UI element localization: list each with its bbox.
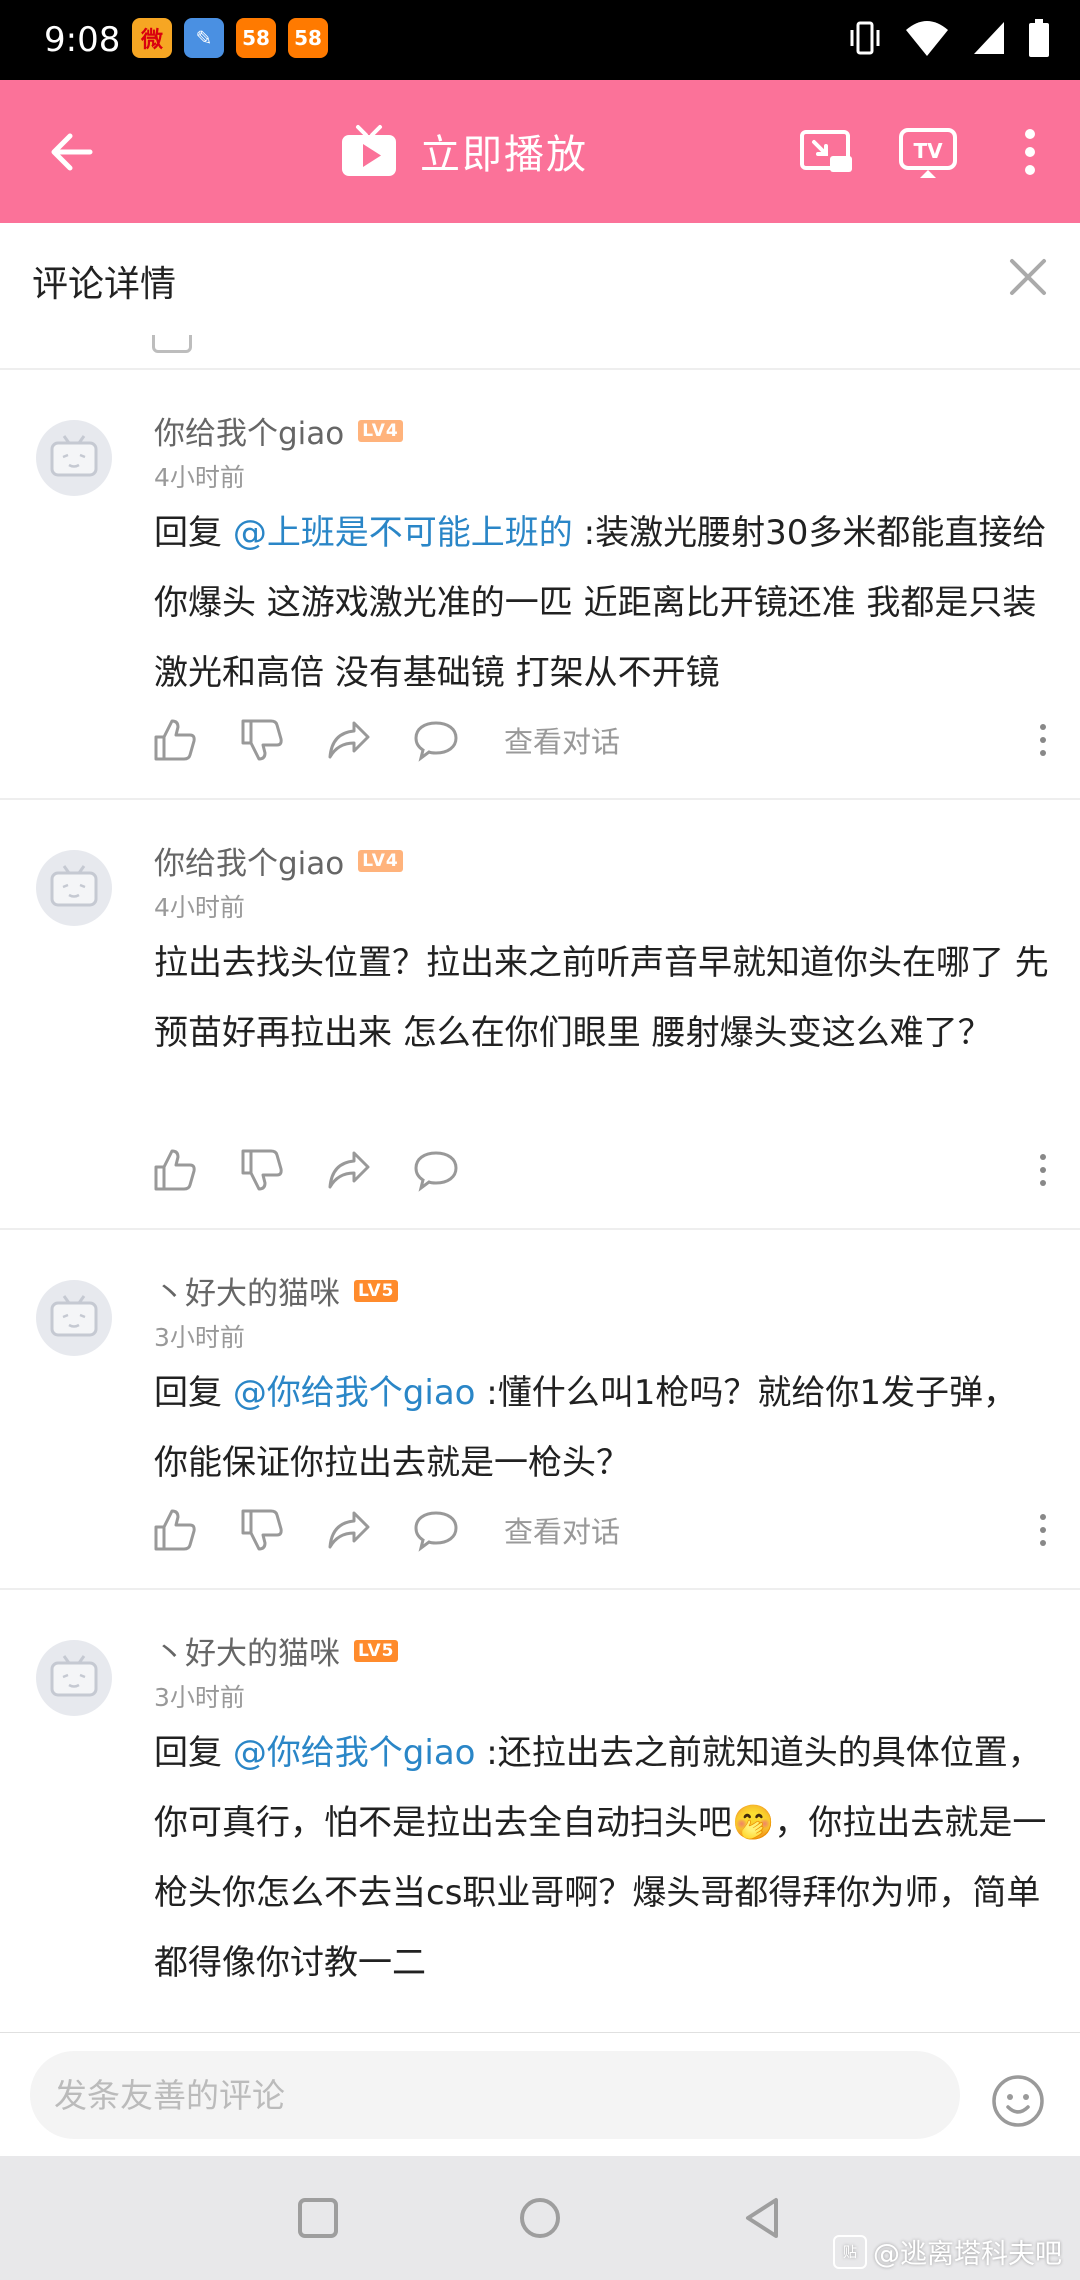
username-row: 丶好大的猫咪 LV5 [154,1268,399,1313]
share-icon[interactable] [326,717,372,763]
default-avatar-icon [50,865,98,907]
dislike-icon[interactable] [239,1147,285,1193]
comment-actions [152,1147,500,1193]
view-conversation-link[interactable]: 查看对话 [504,719,620,761]
back-arrow-icon[interactable] [44,124,100,180]
back-icon[interactable] [740,2194,788,2242]
reply-icon[interactable] [413,717,459,763]
comment-item: 丶好大的猫咪 LV5 3小时前 回复 @你给我个giao :懂什么叫1枪吗？就给… [0,1230,1080,1590]
avatar[interactable] [36,850,112,926]
username[interactable]: 丶好大的猫咪 [154,1268,340,1313]
watermark: 贴 @逃离塔科夫吧 [833,2232,1062,2271]
avatar[interactable] [36,1640,112,1716]
comment-input-bar [0,2032,1080,2157]
username-row: 你给我个giao LV4 [154,408,403,453]
level-badge: LV4 [358,419,403,442]
58-app-icon: 58 [236,18,276,58]
comment-item: 丶好大的猫咪 LV5 3小时前 回复 @你给我个giao :还拉出去之前就知道头… [0,1590,1080,2032]
home-icon[interactable] [516,2194,564,2242]
emoji-icon[interactable] [990,2073,1046,2129]
reply-prefix: 回复 [154,1373,233,1413]
like-icon[interactable] [152,1507,198,1553]
play-now-label: 立即播放 [420,132,588,178]
dislike-icon[interactable] [239,1507,285,1553]
default-avatar-icon [50,1295,98,1337]
tieba-logo-icon: 贴 [833,2234,867,2269]
comment-text: 回复 @你给我个giao :懂什么叫1枪吗？就给你1发子弹，你能保证你拉出去就是… [154,1358,1049,1498]
mention-link[interactable]: @上班是不可能上班的 [233,513,573,553]
signal-icon [974,22,1004,54]
status-bar: 9:08 微 ✎ 58 58 [0,0,1080,80]
reply-prefix: 回复 [154,513,233,553]
default-avatar-icon [50,435,98,477]
like-icon[interactable] [152,1147,198,1193]
share-icon[interactable] [326,1147,372,1193]
mention-link[interactable]: @你给我个giao [233,1733,476,1773]
reply-icon[interactable] [413,1147,459,1193]
system-icons [848,18,1050,58]
weibo-icon: 微 [132,18,172,58]
default-avatar-icon [50,1655,98,1697]
avatar[interactable] [36,420,112,496]
watermark-text: @逃离塔科夫吧 [873,2239,1062,2270]
level-badge: LV4 [358,849,403,872]
username[interactable]: 丶好大的猫咪 [154,1628,340,1673]
username-row: 你给我个giao LV4 [154,838,403,883]
username-row: 丶好大的猫咪 LV5 [154,1628,399,1673]
comment-body: 拉出去找头位置？拉出来之前听声音早就知道你头在哪了 先预苗好再拉出来 怎么在你们… [154,943,1049,1053]
comment-time: 3小时前 [154,1323,245,1352]
more-options-icon[interactable] [1010,124,1050,180]
comment-more-icon[interactable] [1028,1147,1058,1193]
level-badge: LV5 [354,1279,399,1302]
58-app-icon: 58 [288,18,328,58]
wifi-icon [906,21,948,56]
avatar[interactable] [36,1280,112,1356]
comment-time: 4小时前 [154,463,245,492]
reply-prefix: 回复 [154,1733,233,1773]
comment-actions: 查看对话 [152,1507,620,1553]
tv-cast-icon[interactable]: TV [898,124,958,180]
mention-link[interactable]: @你给我个giao [233,1373,476,1413]
comment-input[interactable] [30,2051,960,2139]
username[interactable]: 你给我个giao [154,408,344,453]
close-icon[interactable] [1006,255,1050,299]
partial-action-row [0,335,1080,367]
play-now-button[interactable]: 立即播放 [340,118,588,184]
comment-item: 你给我个giao LV4 4小时前 拉出去找头位置？拉出来之前听声音早就知道你头… [0,800,1080,1230]
comment-text: 拉出去找头位置？拉出来之前听声音早就知道你头在哪了 先预苗好再拉出来 怎么在你们… [154,928,1049,1068]
tv-play-icon [342,125,396,176]
reply-icon[interactable] [413,1507,459,1553]
partial-like-icon [152,335,192,353]
dislike-icon[interactable] [239,717,285,763]
screen-cast-icon[interactable] [798,124,854,180]
share-icon[interactable] [326,1507,372,1553]
app-bar: 立即播放 TV [0,80,1080,223]
comment-text: 回复 @上班是不可能上班的 :装激光腰射30多米都能直接给你爆头 这游戏激光准的… [154,498,1049,708]
username[interactable]: 你给我个giao [154,838,344,883]
comment-item: 你给我个giao LV4 4小时前 回复 @上班是不可能上班的 :装激光腰射30… [0,370,1080,800]
cleaner-icon: ✎ [184,18,224,58]
comment-time: 4小时前 [154,893,245,922]
comment-more-icon[interactable] [1028,717,1058,763]
status-time: 9:08 [44,20,121,60]
view-conversation-link[interactable]: 查看对话 [504,1509,620,1551]
vibrate-icon [850,21,880,55]
svg-text:TV: TV [913,139,943,163]
comment-detail-header: 评论详情 [0,223,1080,336]
system-nav-bar: 贴 @逃离塔科夫吧 [0,2156,1080,2280]
battery-icon [1029,19,1049,57]
comment-time: 3小时前 [154,1683,245,1712]
notification-icons: 微 ✎ 58 58 [132,18,328,58]
comment-text: 回复 @你给我个giao :还拉出去之前就知道头的具体位置，你可真行，怕不是拉出… [154,1718,1049,1998]
comment-more-icon[interactable] [1028,1507,1058,1553]
level-badge: LV5 [354,1639,399,1662]
recents-icon[interactable] [294,2194,342,2242]
comment-detail-title: 评论详情 [32,264,177,305]
comment-actions: 查看对话 [152,717,620,763]
like-icon[interactable] [152,717,198,763]
